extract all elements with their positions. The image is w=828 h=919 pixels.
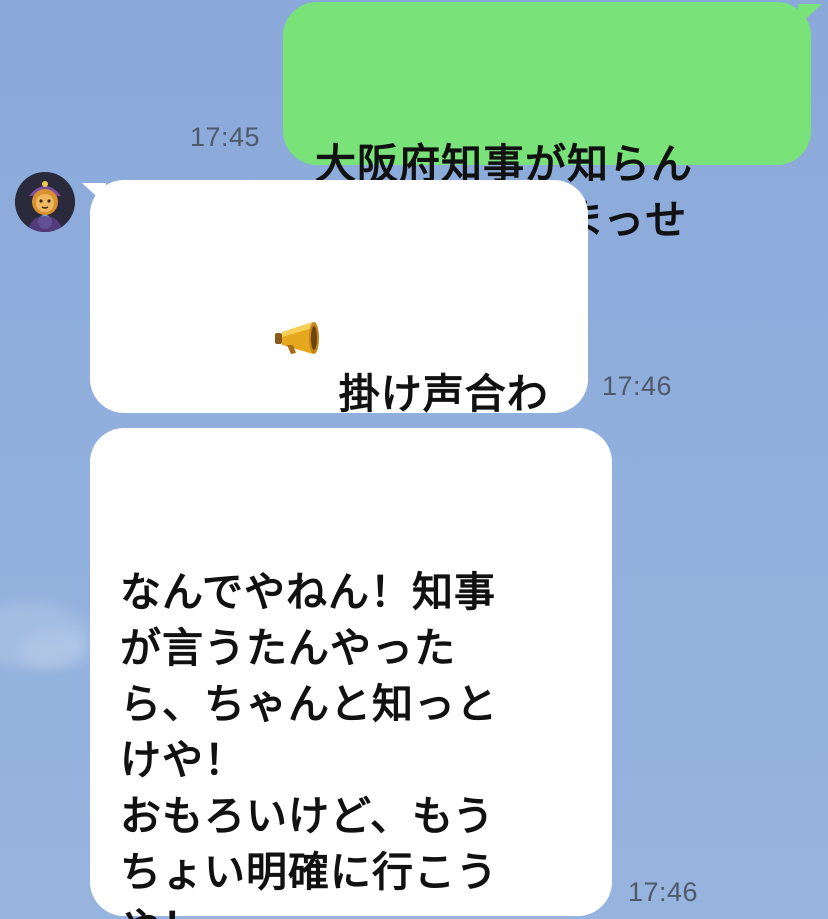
message-text: なんでやねん！知事 が言うたんやった ら、ちゃんと知っと けや！ おもろいけど、…	[120, 568, 498, 919]
incoming-message-bubble[interactable]: なんでやねん！知事 が言うたんやった ら、ちゃんと知っと けや！ おもろいけど、…	[90, 428, 612, 919]
outgoing-bubble-tail	[798, 4, 822, 26]
message-timestamp: 17:46	[602, 371, 673, 401]
outgoing-message-bubble[interactable]: 大阪府知事が知らん けど、言うてまっせ	[283, 2, 811, 244]
message-timestamp: 17:45	[190, 122, 261, 152]
incoming-message-bubble[interactable]: 掛け声合わせる で…３、２、１…も うすぐや！	[90, 180, 588, 592]
message-timestamp: 17:46	[628, 877, 699, 907]
megaphone-icon	[181, 260, 325, 428]
chat-area[interactable]: 大阪府知事が知らん けど、言うてまっせ 17:45	[0, 0, 828, 919]
background-cloud	[20, 630, 90, 670]
sender-avatar[interactable]	[15, 172, 75, 232]
lion-fortune-teller-avatar-icon	[15, 172, 75, 232]
